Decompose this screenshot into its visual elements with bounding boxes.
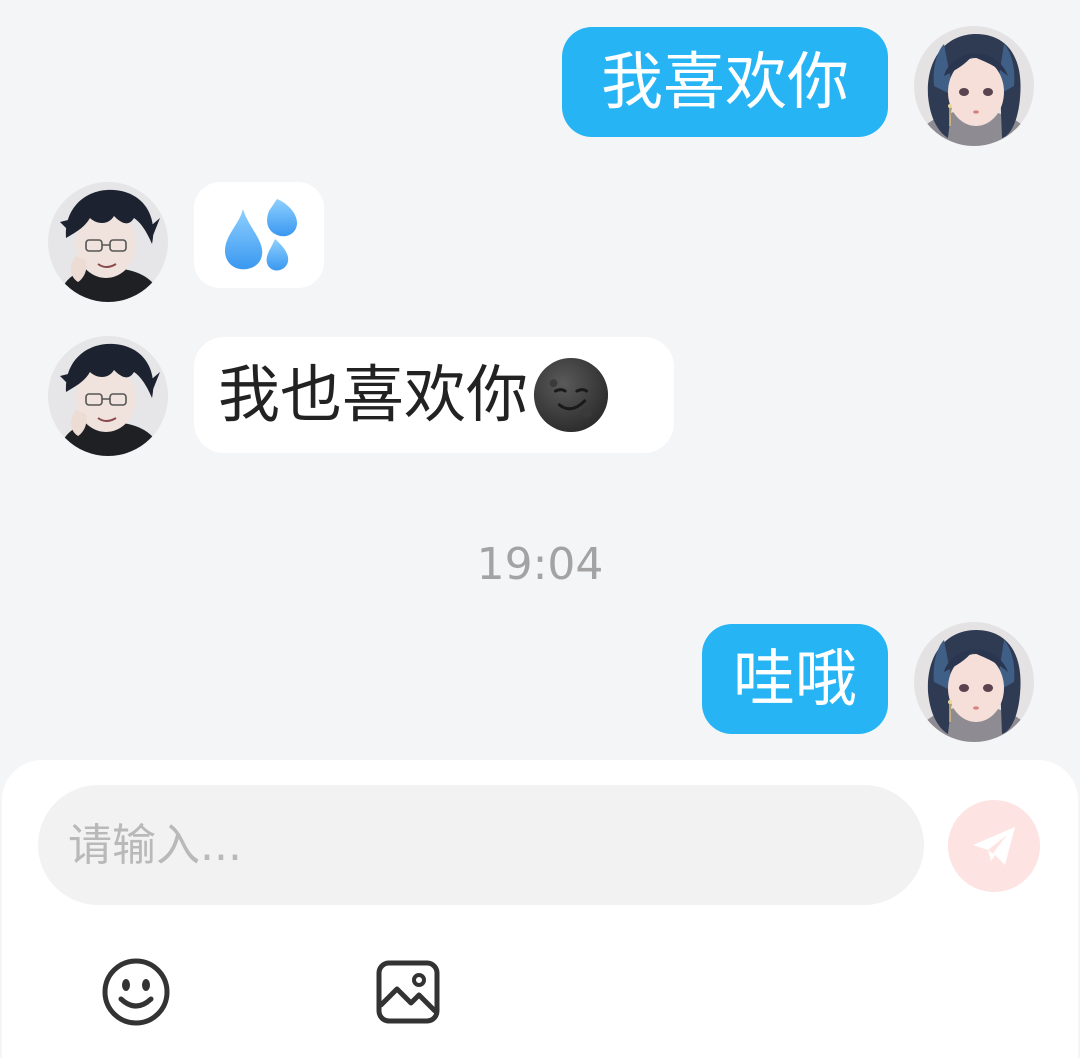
- message-text: 我也喜欢你: [218, 358, 529, 431]
- outgoing-message-bubble[interactable]: 哇哦: [702, 624, 888, 734]
- message-input[interactable]: [38, 785, 924, 905]
- boy-avatar-image: [48, 336, 168, 456]
- incoming-message-bubble[interactable]: [194, 182, 324, 288]
- outgoing-message-bubble[interactable]: 我喜欢你: [562, 27, 888, 137]
- avatar[interactable]: [914, 26, 1034, 146]
- avatar[interactable]: [48, 182, 168, 302]
- avatar[interactable]: [48, 336, 168, 456]
- girl-avatar-image: [914, 622, 1034, 742]
- message-list[interactable]: 我喜欢你 我也喜欢你 19:04 哇哦: [0, 0, 1080, 762]
- girl-avatar-image: [914, 26, 1034, 146]
- avatar[interactable]: [914, 622, 1034, 742]
- message-composer: [2, 760, 1078, 1058]
- sweat-droplets-emoji: [225, 199, 297, 271]
- image-button[interactable]: [372, 956, 444, 1028]
- incoming-message-bubble[interactable]: 我也喜欢你: [194, 337, 674, 453]
- boy-avatar-image: [48, 182, 168, 302]
- message-text: 哇哦: [732, 642, 857, 715]
- message-timestamp: 19:04: [476, 539, 604, 590]
- chat-screen: 我喜欢你 我也喜欢你 19:04 哇哦 请输入...: [0, 0, 1080, 1058]
- image-icon: [376, 960, 440, 1024]
- paper-plane-icon: [973, 827, 1015, 865]
- send-button[interactable]: [948, 800, 1040, 892]
- smiley-icon: [102, 958, 170, 1026]
- smirking-new-moon-face-emoji: [533, 357, 609, 433]
- message-text: 我喜欢你: [600, 45, 849, 118]
- emoji-button[interactable]: [100, 956, 172, 1028]
